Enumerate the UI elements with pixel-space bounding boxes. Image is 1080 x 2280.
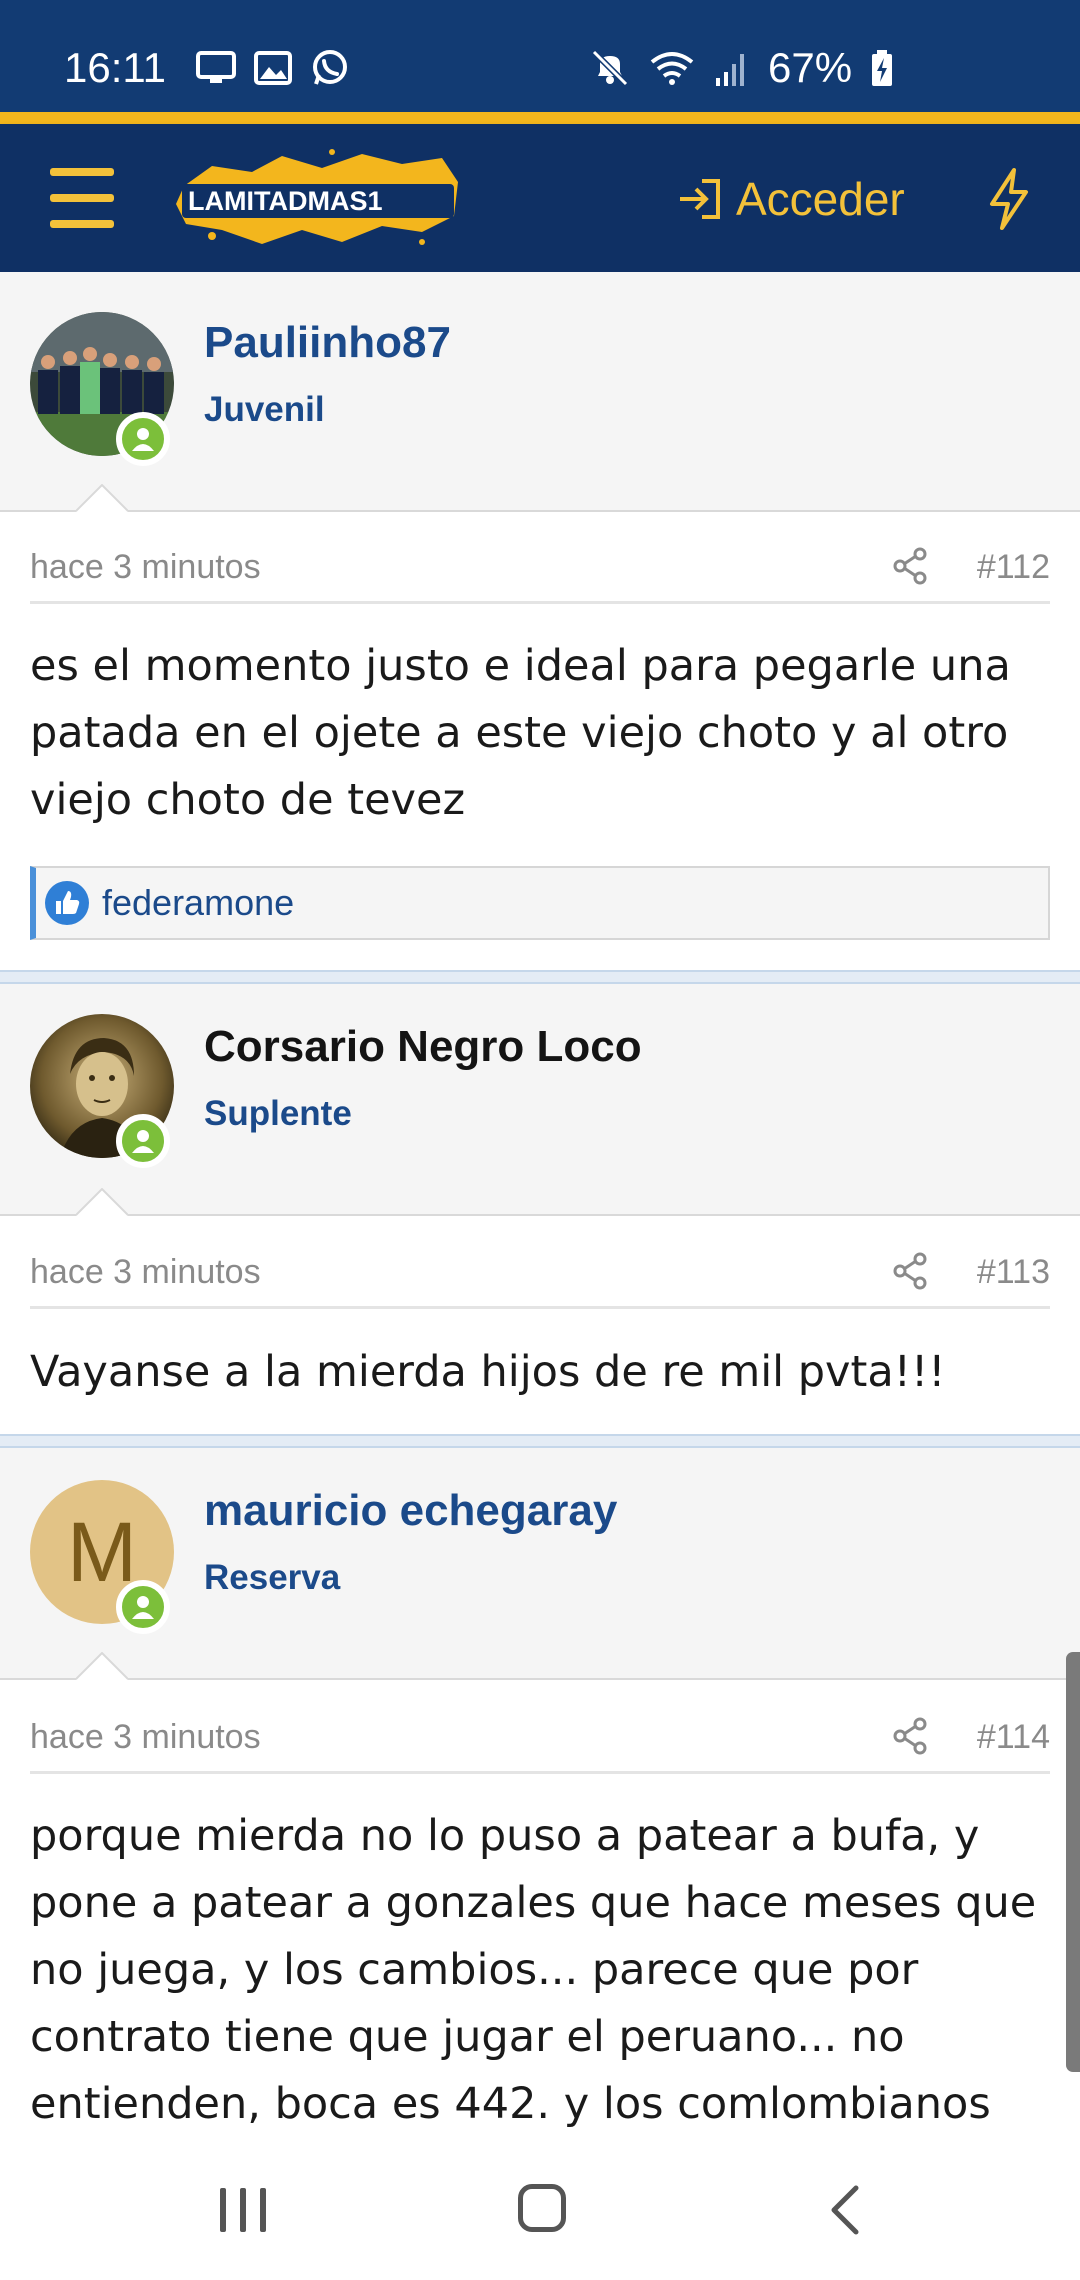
screen-cast-icon <box>196 51 236 83</box>
notification-icons <box>196 48 350 88</box>
home-button[interactable] <box>518 2184 566 2232</box>
post-username[interactable]: mauricio echegaray <box>204 1486 617 1536</box>
post-username[interactable]: Pauliinho87 <box>204 318 451 368</box>
gallery-icon <box>254 51 292 85</box>
whatsapp-icon <box>313 50 347 85</box>
post-meta: hace 3 minutos #113 <box>30 1245 1050 1309</box>
post-pointer-arrow <box>76 484 128 512</box>
reaction-user[interactable]: federamone <box>102 882 294 924</box>
post-body: Vayanse a la mierda hijos de re mil pvta… <box>30 1347 946 1397</box>
system-icons: 67% <box>590 44 894 92</box>
lightning-icon[interactable] <box>984 166 1034 232</box>
online-status-badge <box>116 412 170 466</box>
logo-text: LAMITADMAS1 <box>188 186 382 216</box>
post-number-link[interactable]: #114 <box>977 1718 1050 1757</box>
scrollbar-thumb[interactable] <box>1066 1652 1080 2072</box>
user-block-border <box>0 1214 1080 1216</box>
header-accent-line <box>0 112 1080 124</box>
share-icon[interactable] <box>890 1251 930 1291</box>
online-status-badge <box>116 1114 170 1168</box>
post-separator <box>0 970 1080 984</box>
post-user-rank: Reserva <box>204 1558 341 1597</box>
post-user-block: M mauricio echegaray Reserva <box>0 1448 1080 1680</box>
user-block-border <box>0 1678 1080 1680</box>
hamburger-icon <box>50 168 114 176</box>
post-meta: hace 3 minutos #112 <box>30 540 1050 604</box>
status-time: 16:11 <box>64 44 166 91</box>
share-icon[interactable] <box>890 1716 930 1756</box>
signal-icon <box>716 54 744 86</box>
post-user-block: Corsario Negro Loco Suplente <box>0 984 1080 1216</box>
share-icon[interactable] <box>890 546 930 586</box>
login-label: Acceder <box>736 173 905 225</box>
post-username[interactable]: Corsario Negro Loco <box>204 1022 642 1072</box>
mute-icon <box>591 49 629 87</box>
post-body: es el momento justo e ideal para pegarle… <box>30 641 1011 825</box>
battery-charging-icon <box>872 50 893 86</box>
user-block-border <box>0 510 1080 512</box>
wifi-icon <box>650 52 694 85</box>
hamburger-menu-button[interactable] <box>50 168 114 228</box>
post-meta: hace 3 minutos #114 <box>30 1710 1050 1774</box>
post-user-rank: Suplente <box>204 1094 352 1133</box>
like-icon <box>45 881 89 925</box>
app-header: LAMITADMAS1 Acceder <box>0 124 1080 272</box>
post-separator <box>0 1434 1080 1448</box>
post-number-link[interactable]: #113 <box>977 1253 1050 1292</box>
post-time[interactable]: hace 3 minutos <box>30 1718 261 1757</box>
post-body: porque mierda no lo puso a patear a bufa… <box>30 1811 1037 2129</box>
login-arrow-icon <box>680 179 720 219</box>
status-bar: 16:11 67% <box>0 0 1080 112</box>
system-navigation-bar <box>0 2136 1080 2280</box>
post-time[interactable]: hace 3 minutos <box>30 548 261 587</box>
post-pointer-arrow <box>76 1188 128 1216</box>
user-icon <box>132 1130 154 1153</box>
back-icon[interactable] <box>826 2184 866 2236</box>
post-pointer-arrow <box>76 1652 128 1680</box>
post-time[interactable]: hace 3 minutos <box>30 1253 261 1292</box>
login-button[interactable]: Acceder <box>676 164 905 234</box>
post-number-link[interactable]: #112 <box>977 548 1050 587</box>
site-logo[interactable]: LAMITADMAS1 <box>172 146 462 250</box>
battery-percentage: 67% <box>768 44 853 91</box>
post-user-rank: Juvenil <box>204 390 325 429</box>
recent-apps-button[interactable] <box>220 2188 266 2232</box>
user-icon <box>132 1596 154 1619</box>
post-reactions-bar[interactable]: federamone <box>30 866 1050 940</box>
post-user-block: Pauliinho87 Juvenil <box>0 272 1080 512</box>
online-status-badge <box>116 1580 170 1634</box>
user-icon <box>132 428 154 451</box>
